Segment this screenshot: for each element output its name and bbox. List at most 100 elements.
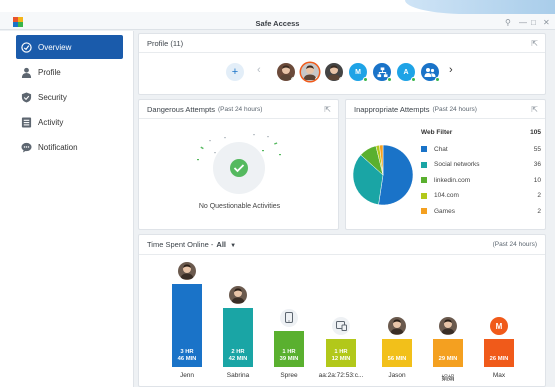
legend-value: 36 xyxy=(533,161,541,168)
sidebar-item-profile[interactable]: Profile xyxy=(16,60,123,84)
expand-icon[interactable]: ⇱ xyxy=(531,105,538,114)
sidebar-item-label: Overview xyxy=(38,42,72,52)
expand-icon[interactable]: ⇱ xyxy=(324,105,331,114)
legend-swatch xyxy=(421,208,427,214)
web-filter-pie-chart xyxy=(352,144,414,206)
bar-value-line: 26 MIN xyxy=(489,356,509,362)
legend-swatch xyxy=(421,177,427,183)
bar-value-line: 46 MIN xyxy=(177,356,197,362)
phone-icon[interactable] xyxy=(280,308,298,327)
profile-photo[interactable] xyxy=(229,285,247,304)
profile-avatar[interactable] xyxy=(277,63,295,81)
time-spent-filter-dropdown[interactable]: All ▼ xyxy=(216,240,236,249)
profile-photo[interactable] xyxy=(388,317,406,335)
sidebar-item-notification[interactable]: Notification xyxy=(16,135,123,159)
time-spent-title: Time Spent Online - xyxy=(147,240,214,249)
inappropriate-attempts-title: Inappropriate Attempts xyxy=(354,104,430,114)
person-icon xyxy=(20,66,32,78)
chevron-left-icon[interactable]: ‹ xyxy=(257,64,261,76)
dangerous-attempts-header: Dangerous Attempts (Past 24 hours) xyxy=(139,100,338,119)
inappropriate-attempts-header: Inappropriate Attempts (Past 24 hours) xyxy=(346,100,545,119)
web-filter-legend-row: Social networks 36 xyxy=(421,160,541,170)
profile-panel: Profile (11) ⇱ + ‹ M A › xyxy=(138,33,546,95)
sidebar-item-overview[interactable]: Overview xyxy=(16,35,123,59)
profile-avatar[interactable] xyxy=(421,63,440,82)
maximize-icon[interactable]: □ xyxy=(531,18,536,27)
legend-label: Games xyxy=(434,207,455,215)
dangerous-attempts-title: Dangerous Attempts xyxy=(147,104,215,114)
sidebar-item-label: Activity xyxy=(38,117,64,127)
legend-value: 2 xyxy=(537,192,541,199)
profile-avatar[interactable] xyxy=(301,63,319,81)
bar-category-label: Max xyxy=(492,372,506,379)
pie-slice[interactable] xyxy=(378,144,414,206)
web-filter-legend-row: linkedin.com 10 xyxy=(421,175,541,185)
online-status-dot xyxy=(363,77,368,82)
inappropriate-attempts-subtitle: (Past 24 hours) xyxy=(432,105,477,113)
web-filter-title: Web Filter xyxy=(421,128,453,136)
legend-swatch xyxy=(421,161,427,168)
inappropriate-attempts-panel: Inappropriate Attempts (Past 24 hours) ⇱… xyxy=(345,99,546,230)
online-status-dot xyxy=(315,77,319,81)
shield-icon xyxy=(20,91,32,103)
bar-value-line: 39 MIN xyxy=(279,356,299,362)
sidebar-item-label: Security xyxy=(38,92,67,102)
avatar-initial: M xyxy=(495,321,503,331)
speech-bubble-icon xyxy=(20,141,32,153)
profile-photo[interactable] xyxy=(178,262,196,280)
bar-value-label: 1 HR 12 MIN xyxy=(326,349,356,363)
bar-value-line: 1 HR xyxy=(334,349,348,355)
tablet-icon[interactable] xyxy=(332,317,350,335)
bar-value-label: 29 MIN xyxy=(433,356,463,363)
legend-value: 55 xyxy=(533,145,541,153)
bar-value-label: 1 HR 39 MIN xyxy=(274,349,304,363)
online-status-dot xyxy=(291,77,295,81)
avatar-initial: M xyxy=(355,68,361,76)
pin-icon[interactable]: ⚲ xyxy=(505,18,511,27)
bar-value-line: 12 MIN xyxy=(331,356,351,362)
profile-photo[interactable] xyxy=(439,317,457,335)
caret-down-icon: ▼ xyxy=(230,243,237,249)
sidebar-item-label: Notification xyxy=(38,142,78,152)
sidebar: Overview Profile Security Activity Notif… xyxy=(0,31,134,387)
dangerous-attempts-subtitle: (Past 24 hours) xyxy=(217,105,263,113)
profile-avatar[interactable] xyxy=(373,63,392,82)
profile-avatar[interactable]: A xyxy=(397,63,416,82)
profile-avatar[interactable]: M xyxy=(349,63,368,82)
bar-category-label: aa:2a:72:53:c... xyxy=(318,372,364,379)
title-bar: Safe Access ⚲ — □ ✕ xyxy=(0,0,555,30)
sidebar-item-security[interactable]: Security xyxy=(16,85,123,109)
time-spent-filter-value: All xyxy=(216,240,227,249)
close-icon[interactable]: ✕ xyxy=(543,18,550,27)
legend-label: linkedin.com xyxy=(434,176,471,184)
legend-label: Chat xyxy=(434,145,448,153)
network-icon xyxy=(376,66,388,77)
no-activity-message: No Questionable Activities xyxy=(198,203,281,210)
time-spent-header: Time Spent Online - All ▼ xyxy=(139,235,545,255)
legend-label: 104.com xyxy=(434,192,459,199)
online-status-dot xyxy=(387,77,392,82)
bar-value-line: 42 MIN xyxy=(228,356,248,362)
web-filter-header-row: Web Filter 105 xyxy=(421,127,541,137)
bar-category-label: Spree xyxy=(280,372,298,379)
window-title: Safe Access xyxy=(255,19,300,28)
web-filter-legend-row: Chat 55 xyxy=(421,144,541,154)
chevron-right-icon[interactable]: › xyxy=(449,64,453,76)
bar-value-line: 29 MIN xyxy=(438,356,458,362)
bar-value-line: 1 HR xyxy=(282,349,296,355)
bar-value-line: 2 HR xyxy=(231,349,245,355)
expand-icon[interactable]: ⇱ xyxy=(531,39,538,48)
add-profile-button[interactable]: + xyxy=(226,63,244,81)
avatar-letter[interactable]: M xyxy=(490,317,508,335)
sidebar-item-label: Profile xyxy=(38,67,61,77)
legend-value: 10 xyxy=(533,176,541,184)
legend-swatch xyxy=(421,192,427,199)
profile-avatar[interactable] xyxy=(325,63,343,81)
profile-panel-title: Profile (11) xyxy=(147,38,184,48)
legend-swatch xyxy=(421,146,427,152)
dangerous-attempts-panel: Dangerous Attempts (Past 24 hours) ⇱ No … xyxy=(138,99,339,230)
minimize-icon[interactable]: — xyxy=(519,18,527,27)
time-spent-panel: Time Spent Online - All ▼ (Past 24 hours… xyxy=(138,234,546,387)
legend-value: 2 xyxy=(537,207,541,215)
sidebar-item-activity[interactable]: Activity xyxy=(16,110,123,134)
